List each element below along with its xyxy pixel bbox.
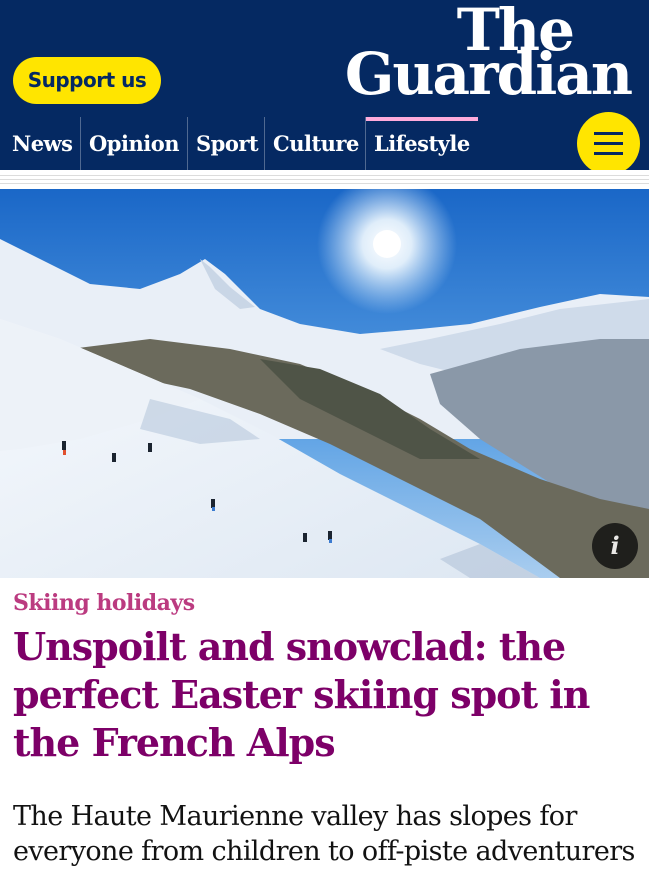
logo-line-guardian: Guardian: [344, 40, 633, 108]
nav-label-news: News: [12, 131, 73, 156]
hero-image: [0, 189, 649, 578]
article-standfirst: The Haute Maurienne valley has slopes fo…: [13, 801, 635, 867]
nav-label-opinion: Opinion: [89, 131, 179, 156]
primary-nav: News Opinion Sport Culture Lifestyle: [0, 117, 649, 170]
masthead: Support us The Guardian: [0, 0, 649, 117]
support-us-button[interactable]: Support us: [13, 57, 161, 104]
nav-separator: [0, 170, 649, 189]
nav-label-sport: Sport: [196, 131, 259, 156]
nav-active-indicator: [366, 117, 478, 121]
article-headline: Unspoilt and snowclad: the perfect Easte…: [13, 624, 590, 765]
nav-label-culture: Culture: [273, 131, 359, 156]
nav-label-lifestyle: Lifestyle: [374, 131, 470, 156]
guardian-logo[interactable]: The Guardian: [331, 0, 633, 117]
nav-item-news[interactable]: News: [4, 117, 80, 170]
nav-item-culture[interactable]: Culture: [264, 117, 367, 170]
nav-item-opinion[interactable]: Opinion: [80, 117, 187, 170]
nav-item-lifestyle[interactable]: Lifestyle: [365, 117, 478, 170]
hamburger-menu-icon[interactable]: [577, 112, 640, 175]
section-kicker[interactable]: Skiing holidays: [13, 590, 195, 616]
nav-item-sport[interactable]: Sport: [187, 117, 266, 170]
info-icon[interactable]: i: [592, 523, 638, 569]
